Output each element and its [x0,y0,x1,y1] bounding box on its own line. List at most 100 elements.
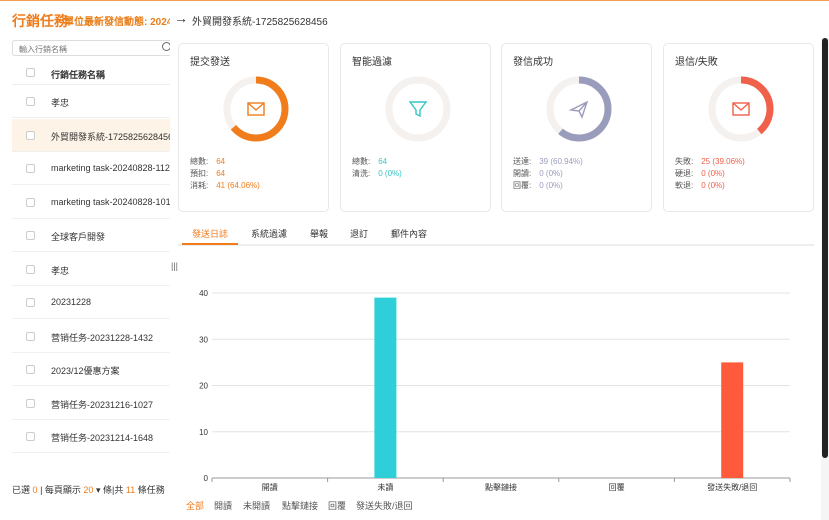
stat-value: 64 [378,157,388,166]
row-checkbox[interactable] [26,331,35,341]
task-search[interactable] [12,40,170,57]
row-checkbox[interactable] [26,197,35,207]
task-name: 孝忠 [51,265,70,276]
page-scrollbar[interactable] [821,38,829,520]
page-title: 行銷任務 [12,13,68,29]
filter-tab[interactable]: 發送失敗/退回 [356,499,413,512]
stat-value: 39 (60.94%) [539,157,583,166]
chevron-down-icon[interactable]: ▾ [96,485,101,495]
scrollbar-thumb[interactable] [822,38,828,458]
x-tick-label: 回覆 [609,483,625,492]
y-tick-label: 0 [204,474,209,483]
task-row[interactable]: 孝忠 [12,253,170,286]
task-name: marketing task-20240828-112 [51,163,170,173]
task-row[interactable]: 营销任务-20231214-1648 [12,420,170,453]
pager-per-page-select[interactable]: 20 [83,485,93,495]
progress-donut [223,76,289,142]
task-row[interactable]: 2023/12優惠方案 [12,353,170,386]
filter-tab[interactable]: 全部 [186,499,204,512]
task-name: 外貿開發系統-1725825628456 [51,131,170,142]
delivery-bar-chart: 0 10 20 30 40 開讀 未讀 點擊鏈接 回覆 發送失敗/退回 [199,289,791,492]
tab-4[interactable]: 退訂 [350,227,368,240]
stat-card: 智能過濾 總數: 64 清洗: 0 (0%) [340,43,491,212]
task-row[interactable]: 孝忠 [12,85,170,118]
pager-total-suffix: 條任務 [137,485,165,495]
tab-3[interactable]: 舉報 [310,227,328,240]
top-bar: 行銷任務 單位最新發信動態: 2024-0 → 外貿開發系統-172582562… [0,0,829,38]
pagination-info: 已選 0 | 每頁顯示 20 ▾ 條|共 11 條任務 [12,483,165,496]
filter-tab[interactable]: 未開讀 [243,499,270,512]
row-checkbox[interactable] [26,97,35,106]
paper-plane-icon [568,100,589,119]
task-row[interactable]: 20231228 [12,286,170,319]
tab-2[interactable]: 系統過濾 [251,227,287,240]
row-checkbox[interactable] [26,130,35,140]
x-tick-label: 點擊鏈接 [485,482,517,492]
stat-value: 0 (0%) [539,169,563,178]
task-name: 2023/12優惠方案 [51,366,120,376]
stat-value: 64 [216,157,226,166]
pager-per-page-label: | 每頁顯示 [40,485,81,495]
tab-1[interactable]: 發送日誌 [192,227,228,240]
task-row[interactable]: marketing task-20240828-112 [12,152,170,185]
x-tick-label: 未讀 [377,482,393,492]
progress-donut [385,76,451,142]
tab-5[interactable]: 郵件內容 [391,227,427,240]
y-tick-label: 20 [199,382,208,391]
row-checkbox[interactable] [26,365,35,374]
stat-line: 預扣: 64 [190,168,260,180]
filter-tab[interactable]: 開讀 [214,499,232,512]
search-icon[interactable] [162,42,170,51]
stat-label: 預扣: [190,169,209,178]
filter-tab[interactable]: 點擊鏈接 [282,499,318,512]
row-checkbox[interactable] [26,432,35,441]
task-name: 营销任务-20231228-1432 [51,332,154,343]
task-name: marketing task-20240828-101 [51,196,170,207]
row-checkbox[interactable] [26,398,35,408]
stat-label: 清洗: [352,169,371,178]
stat-label: 送達: [513,157,532,166]
task-row[interactable]: 全球客戶開發 [12,219,170,252]
stat-label: 總數: [352,157,371,166]
progress-donut [708,76,774,142]
progress-donut [546,76,612,142]
column-header: 行銷任務名稱 [51,70,106,80]
bar [721,362,744,478]
stat-value: 0 (0%) [539,181,563,190]
stat-card: 發信成功 送達: 39 (60.94%) 開讀: 0 (0%) 回覆: 0 (0%) [501,43,652,212]
bar [374,297,397,478]
task-name: 孝忠 [51,98,70,108]
stat-line: 回覆: 0 (0%) [513,180,583,192]
stat-label: 總數: [190,157,209,166]
stat-line: 總數: 64 [190,156,260,168]
task-sidebar: 行銷任務名稱 孝忠外貿開發系統-1725825628456marketing t… [0,38,170,520]
row-checkbox[interactable] [26,298,35,307]
pager-selected-count: 0 [32,485,38,495]
stat-label: 回覆: [513,181,532,190]
select-all-checkbox[interactable] [26,68,35,77]
filter-tab[interactable]: 回覆 [328,499,346,512]
task-row[interactable]: 营销任务-20231228-1432 [12,320,170,353]
task-row[interactable]: 营销任务-20231216-1027 [12,387,170,420]
y-tick-label: 30 [199,335,208,344]
task-row[interactable]: 外貿開發系統-1725825628456 [12,118,170,152]
card-stats: 失敗: 25 (39.06%) 硬退: 0 (0%) 軟退: 0 (0%) [675,156,745,192]
task-name: 全球客戶開發 [51,232,106,242]
stat-label: 軟退: [675,181,694,190]
breadcrumb: 外貿開發系統-1725825628456 [192,17,328,28]
card-title: 發信成功 [513,57,553,68]
active-tab-indicator [182,243,238,245]
log-filter-tabs: 全部 開讀 未開讀 點擊鏈接 回覆 發送失敗/退回 [184,496,504,520]
stat-value: 25 (39.06%) [701,157,745,166]
log-tabs: 發送日誌 系統過濾 舉報 退訂 郵件內容 [178,223,814,246]
task-row[interactable]: marketing task-20240828-101 [12,186,170,219]
search-input[interactable] [13,42,153,57]
stat-value: 0 (0%) [701,169,725,178]
stat-line: 軟退: 0 (0%) [675,180,745,192]
row-checkbox[interactable] [26,231,35,240]
row-checkbox[interactable] [26,264,35,274]
row-checkbox[interactable] [26,164,35,173]
stat-line: 清洗: 0 (0%) [352,168,402,180]
arrow-right-icon: → [174,10,188,26]
resize-grip-icon[interactable]: ||| [171,261,178,271]
